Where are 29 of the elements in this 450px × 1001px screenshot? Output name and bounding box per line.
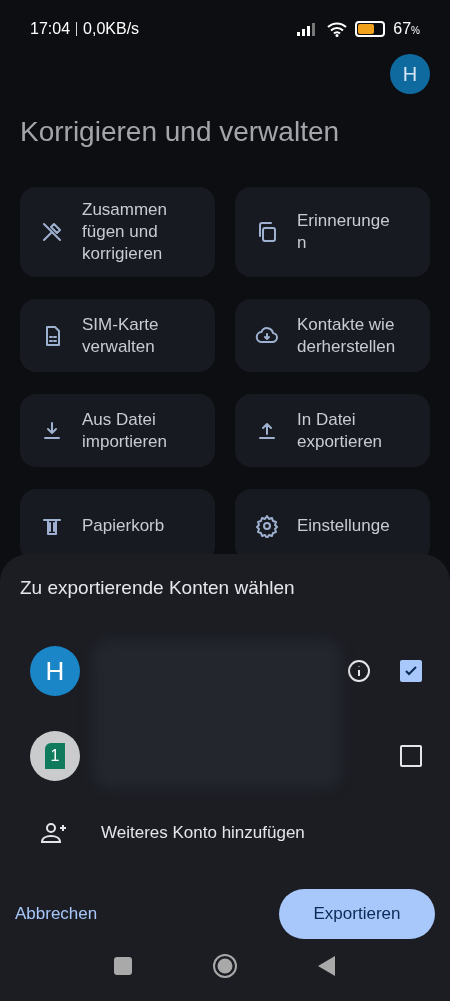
tools-icon: [40, 220, 64, 244]
check-icon: [404, 664, 418, 678]
action-tile[interactable]: In Datei exportieren: [235, 394, 430, 467]
add-account-item[interactable]: Weiteres Konto hinzufügen: [0, 802, 450, 863]
export-button[interactable]: Exportieren: [279, 888, 435, 939]
sheet-title: Zu exportierende Konten wählen: [19, 576, 296, 600]
action-tile[interactable]: Erinnerunge n: [235, 187, 430, 277]
home-icon[interactable]: [212, 952, 238, 979]
account-checkbox[interactable]: [400, 660, 422, 682]
action-tile[interactable]: Kontakte wie derherstellen: [235, 299, 430, 372]
action-tile[interactable]: Zusammen fügen und korrigieren: [20, 187, 215, 277]
wifi-icon: [327, 21, 348, 37]
account-avatar: H: [30, 646, 80, 696]
info-icon[interactable]: [347, 659, 371, 683]
battery-icon: [355, 21, 386, 37]
action-tile[interactable]: Aus Datei importieren: [20, 394, 215, 467]
action-tile[interactable]: SIM-Karte verwalten: [20, 299, 215, 372]
cancel-button[interactable]: Abbrechen: [15, 890, 98, 937]
recents-icon[interactable]: [114, 956, 132, 975]
settings-icon: [255, 513, 279, 538]
profile-avatar[interactable]: H: [390, 54, 430, 94]
page-title: Korrigieren und verwalten: [19, 115, 341, 149]
add-person-icon: [40, 820, 68, 845]
battery-percentage: 67%: [393, 19, 420, 39]
network-speed: 0,0KB/s: [83, 19, 140, 39]
status-time: 17:04: [30, 19, 71, 39]
back-icon[interactable]: [318, 955, 336, 976]
sim-avatar: 1: [30, 731, 80, 781]
account-checkbox[interactable]: [400, 745, 422, 767]
